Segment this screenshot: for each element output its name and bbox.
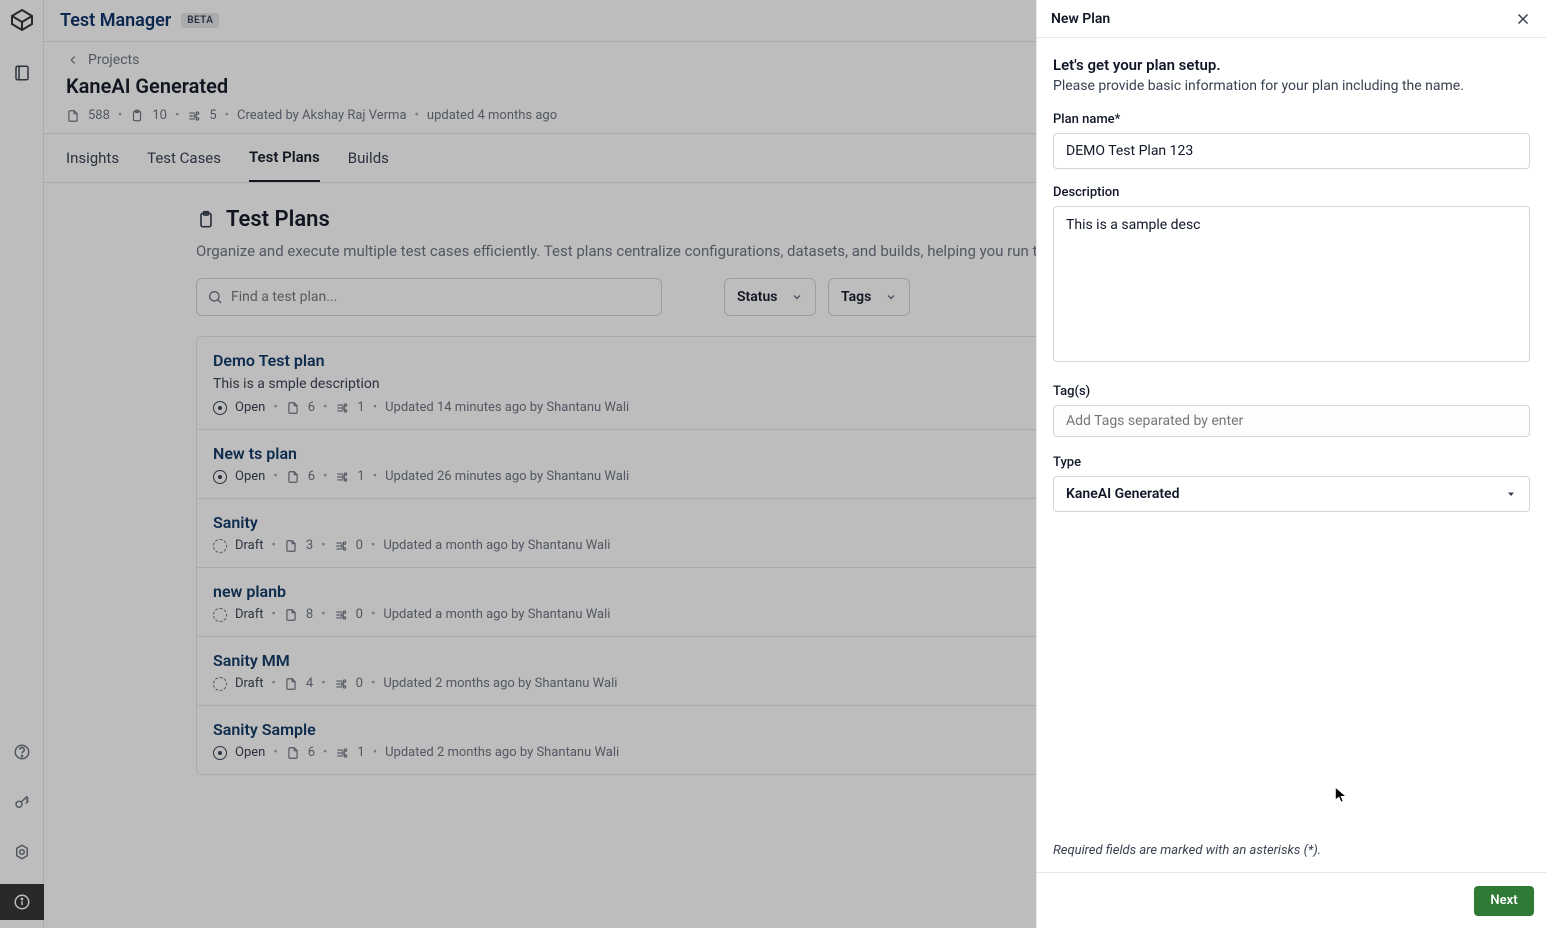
flow-icon: [334, 539, 348, 553]
tags-input[interactable]: [1053, 405, 1530, 437]
panel-subheading: Please provide basic information for you…: [1053, 78, 1530, 94]
info-icon[interactable]: [0, 884, 44, 920]
flow-icon: [335, 746, 349, 760]
chevron-down-icon: [885, 291, 897, 303]
status-filter-label: Status: [737, 289, 777, 305]
plan-name-input[interactable]: [1053, 133, 1530, 169]
clipboard-icon: [130, 109, 144, 123]
plan-count1: 6: [308, 745, 315, 760]
status-icon: [213, 401, 227, 415]
file-icon: [284, 539, 298, 553]
flow-icon: [335, 470, 349, 484]
type-select[interactable]: KaneAI Generated: [1053, 476, 1530, 512]
file-icon: [66, 109, 80, 123]
flow-icon: [334, 608, 348, 622]
breadcrumb-label: Projects: [88, 52, 139, 68]
panel-footer: Next: [1037, 872, 1546, 928]
panel-body: Let's get your plan setup. Please provid…: [1037, 38, 1546, 843]
plan-updated: Updated a month ago by Shantanu Wali: [383, 607, 610, 622]
status-label: Draft: [235, 676, 264, 691]
help-icon[interactable]: [0, 734, 44, 770]
plan-updated: Updated 2 months ago by Shantanu Wali: [383, 676, 617, 691]
plan-count2: 0: [356, 607, 363, 622]
type-selected-value: KaneAI Generated: [1066, 486, 1179, 502]
status-icon: [213, 677, 227, 691]
status-filter[interactable]: Status: [724, 278, 816, 316]
app-title: Test Manager: [60, 10, 171, 31]
file-icon: [286, 470, 300, 484]
description-textarea[interactable]: [1053, 206, 1530, 362]
meta-updated: updated 4 months ago: [427, 108, 557, 123]
panel-title: New Plan: [1051, 11, 1110, 27]
sidebar-item-projects[interactable]: [7, 58, 37, 88]
file-icon: [286, 401, 300, 415]
tags-filter-label: Tags: [841, 289, 871, 305]
rail-bottom-icons: [0, 734, 44, 928]
chevron-down-icon: [791, 291, 803, 303]
status-label: Draft: [235, 607, 264, 622]
file-icon: [284, 608, 298, 622]
caret-down-icon: [1505, 488, 1517, 500]
flow-icon: [187, 109, 201, 123]
plan-name-label: Plan name*: [1053, 112, 1530, 127]
cursor-icon: [1334, 786, 1348, 804]
plan-count2: 0: [356, 538, 363, 553]
plan-count1: 6: [308, 469, 315, 484]
tab-test-plans[interactable]: Test Plans: [249, 134, 320, 182]
status-label: Open: [235, 469, 265, 484]
plan-count2: 1: [357, 469, 364, 484]
meta-count1: 588: [88, 108, 110, 123]
tab-builds[interactable]: Builds: [348, 135, 389, 181]
plan-count2: 1: [357, 745, 364, 760]
status-icon: [213, 470, 227, 484]
plan-updated: Updated a month ago by Shantanu Wali: [383, 538, 610, 553]
meta-created: Created by Akshay Raj Verma: [237, 108, 407, 123]
clipboard-icon: [196, 210, 216, 230]
plan-updated: Updated 26 minutes ago by Shantanu Wali: [385, 469, 629, 484]
left-rail: [0, 0, 44, 928]
type-label: Type: [1053, 455, 1530, 470]
panel-heading: Let's get your plan setup.: [1053, 56, 1530, 74]
key-icon[interactable]: [0, 784, 44, 820]
plan-count2: 1: [357, 400, 364, 415]
flow-icon: [335, 401, 349, 415]
status-icon: [213, 746, 227, 760]
plan-count2: 0: [356, 676, 363, 691]
file-icon: [286, 746, 300, 760]
file-icon: [284, 677, 298, 691]
close-icon[interactable]: [1514, 10, 1532, 28]
logo-icon: [10, 8, 34, 32]
plan-count1: 6: [308, 400, 315, 415]
required-note: Required fields are marked with an aster…: [1037, 843, 1546, 872]
status-icon: [213, 539, 227, 553]
chevron-left-icon: [66, 53, 80, 67]
status-label: Open: [235, 400, 265, 415]
new-plan-panel: New Plan Let's get your plan setup. Plea…: [1036, 0, 1546, 928]
beta-badge: BETA: [181, 13, 219, 28]
plan-count1: 3: [306, 538, 313, 553]
next-button[interactable]: Next: [1474, 886, 1534, 916]
status-icon: [213, 608, 227, 622]
tab-insights[interactable]: Insights: [66, 135, 119, 181]
search-box[interactable]: [196, 278, 662, 316]
plan-updated: Updated 2 months ago by Shantanu Wali: [385, 745, 619, 760]
flow-icon: [334, 677, 348, 691]
search-input[interactable]: [231, 289, 651, 305]
status-label: Open: [235, 745, 265, 760]
description-label: Description: [1053, 185, 1530, 200]
meta-count3: 5: [209, 108, 216, 123]
search-icon: [207, 289, 223, 305]
meta-count2: 10: [152, 108, 167, 123]
plan-updated: Updated 14 minutes ago by Shantanu Wali: [385, 400, 629, 415]
plan-count1: 4: [306, 676, 313, 691]
page-title: Test Plans: [226, 207, 330, 232]
tab-test-cases[interactable]: Test Cases: [147, 135, 221, 181]
panel-header: New Plan: [1037, 0, 1546, 38]
plan-count1: 8: [306, 607, 313, 622]
tags-filter[interactable]: Tags: [828, 278, 910, 316]
tags-label: Tag(s): [1053, 384, 1530, 399]
settings-icon[interactable]: [0, 834, 44, 870]
status-label: Draft: [235, 538, 264, 553]
